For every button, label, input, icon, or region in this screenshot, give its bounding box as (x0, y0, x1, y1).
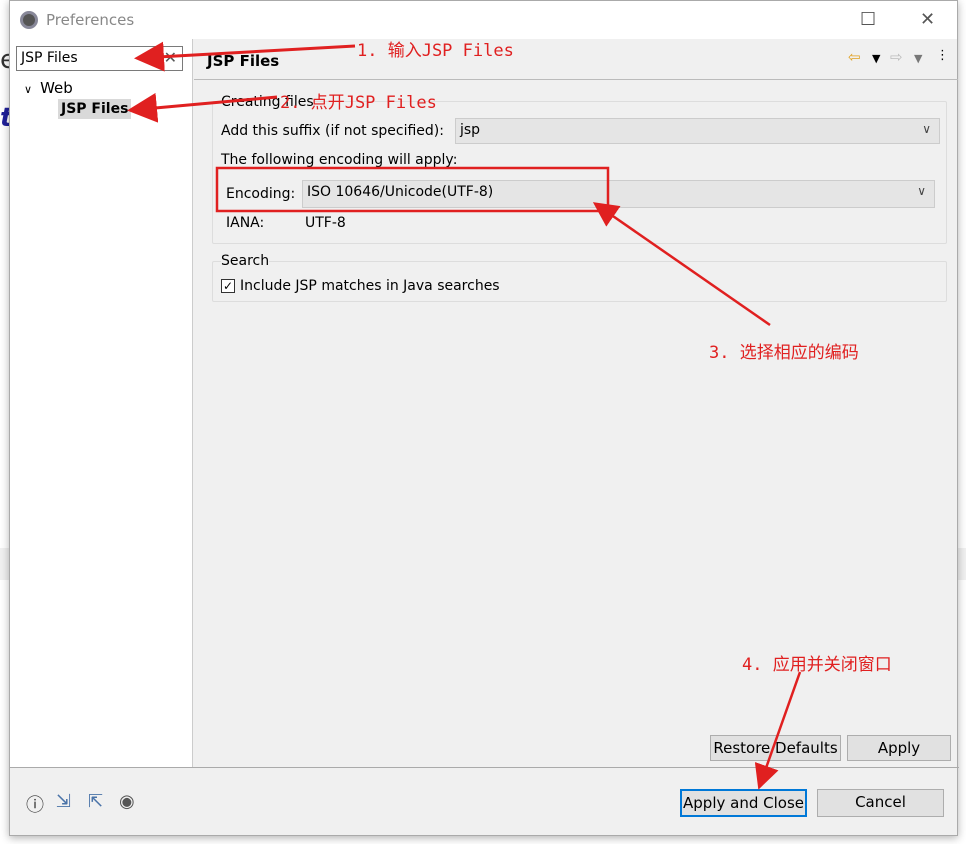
chevron-down-icon: ∨ (922, 122, 931, 136)
filter-input[interactable]: JSP Files ✕ (16, 46, 183, 71)
iana-label: IANA: (226, 215, 265, 231)
tree-item-web[interactable]: ∨ Web (24, 79, 73, 97)
import-icon[interactable]: ⇲ (56, 791, 71, 812)
more-menu-icon[interactable]: ⋮ (936, 48, 949, 63)
annotation-4: 4. 应用并关闭窗口 (742, 655, 892, 675)
suffix-value: jsp (460, 122, 481, 138)
cancel-button[interactable]: Cancel (817, 789, 944, 817)
apply-and-close-button[interactable]: Apply and Close (680, 789, 807, 817)
export-icon[interactable]: ⇱ (88, 791, 103, 812)
annotation-2: 2. 点开JSP Files (280, 93, 437, 113)
annotation-1: 1. 输入JSP Files (357, 41, 514, 61)
include-jsp-label: Include JSP matches in Java searches (240, 278, 500, 294)
group-label: Search (221, 253, 270, 269)
back-arrow-icon[interactable]: ⇦ (848, 48, 861, 66)
help-icon[interactable]: ⓘ (26, 791, 44, 817)
back-menu-icon[interactable]: ▼ (872, 52, 880, 65)
annotation-3: 3. 选择相应的编码 (709, 343, 859, 363)
sidebar: JSP Files ✕ ∨ Web JSP Files (10, 39, 193, 767)
forward-arrow-icon[interactable]: ⇨ (890, 48, 903, 66)
eclipse-icon (20, 11, 38, 29)
include-jsp-checkbox[interactable]: ✓ (221, 279, 235, 293)
chevron-down-icon[interactable]: ∨ (24, 83, 32, 96)
page-title: JSP Files (207, 52, 280, 70)
divider (10, 767, 959, 768)
encoding-intro: The following encoding will apply: (221, 152, 458, 168)
apply-button[interactable]: Apply (847, 735, 951, 761)
iana-value: UTF-8 (305, 215, 346, 231)
filter-value: JSP Files (21, 50, 78, 66)
encoding-select[interactable]: ISO 10646/Unicode(UTF-8) ∨ (302, 180, 935, 208)
maximize-icon[interactable]: ☐ (860, 9, 876, 30)
window-title: Preferences (46, 11, 135, 29)
clear-icon[interactable]: ✕ (164, 48, 177, 67)
close-icon[interactable]: ✕ (920, 9, 935, 30)
preferences-dialog: Preferences ☐ ✕ JSP Files ✕ ∨ Web JSP File… (9, 0, 959, 836)
forward-menu-icon[interactable]: ▼ (914, 52, 922, 65)
encoding-label: Encoding: (226, 186, 296, 202)
suffix-label: Add this suffix (if not specified): (221, 123, 444, 139)
restore-defaults-button[interactable]: Restore Defaults (710, 735, 841, 761)
chevron-down-icon: ∨ (917, 184, 926, 198)
encoding-value: ISO 10646/Unicode(UTF-8) (307, 184, 494, 200)
divider (194, 79, 958, 80)
record-icon[interactable]: ◉ (119, 791, 135, 812)
title-bar: Preferences ☐ ✕ (10, 1, 957, 39)
suffix-select[interactable]: jsp ∨ (455, 118, 940, 144)
tree-label: Web (40, 79, 73, 97)
tree-item-jsp-files[interactable]: JSP Files (58, 99, 132, 119)
